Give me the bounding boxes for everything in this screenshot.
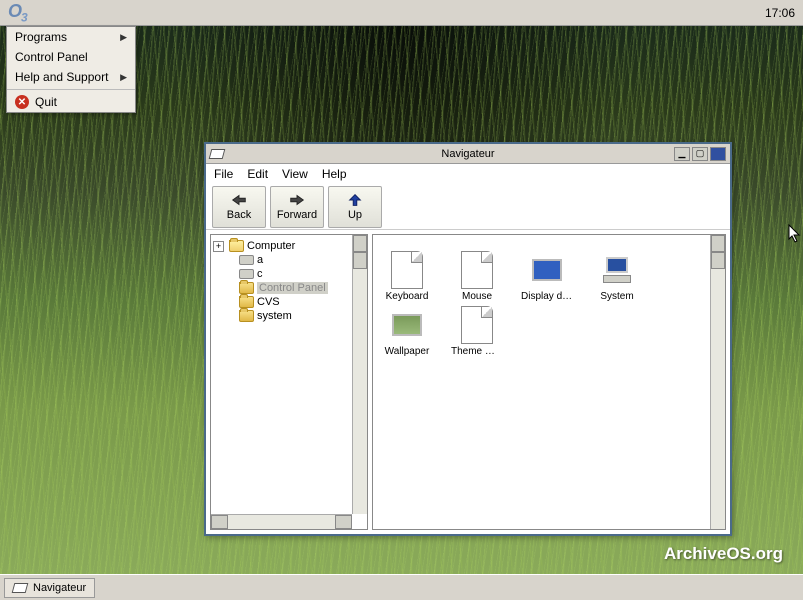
back-button[interactable]: Back [212, 186, 266, 228]
file-label: Display device [521, 291, 573, 302]
arrow-right-icon [288, 193, 306, 207]
task-window-icon [12, 583, 29, 593]
expand-icon[interactable]: + [213, 241, 224, 252]
start-menu: Programs▶ Control Panel Help and Support… [6, 26, 136, 113]
drive-icon [239, 255, 254, 265]
taskbar: Navigateur [0, 574, 803, 600]
file-item[interactable]: System [591, 251, 643, 302]
menu-quit[interactable]: ✕Quit [7, 92, 135, 112]
drive-icon [239, 269, 254, 279]
tree-item-label: a [257, 254, 263, 266]
tree-vertical-scrollbar[interactable] [352, 235, 367, 514]
tree-item[interactable]: Control Panel [213, 281, 350, 295]
folder-icon [229, 240, 244, 252]
close-button[interactable] [710, 147, 726, 161]
file-label: Keyboard [381, 291, 433, 302]
tree-item-label: CVS [257, 296, 280, 308]
tree-panel: + Computer ac Control Panel CVS system [210, 234, 368, 530]
chevron-right-icon: ▶ [120, 32, 127, 43]
quit-icon: ✕ [15, 95, 29, 109]
forward-button[interactable]: Forward [270, 186, 324, 228]
file-item[interactable]: Theme man... [451, 306, 503, 357]
top-panel: O3 17:06 [0, 0, 803, 26]
document-icon [461, 306, 493, 344]
window-title: Navigateur [206, 148, 730, 160]
arrow-up-icon [346, 193, 364, 207]
file-label: Theme man... [451, 346, 503, 357]
menu-separator [7, 89, 135, 90]
taskbar-item-navigateur[interactable]: Navigateur [4, 578, 95, 598]
arrow-left-icon [230, 193, 248, 207]
tree-item-label: Control Panel [257, 282, 328, 294]
computer-icon [601, 251, 633, 289]
toolbar: Back Forward Up [206, 184, 730, 230]
file-label: Mouse [451, 291, 503, 302]
menu-programs[interactable]: Programs▶ [7, 27, 135, 47]
folder-icon [239, 310, 254, 322]
menu-help-support[interactable]: Help and Support▶ [7, 67, 135, 87]
file-label: Wallpaper [381, 346, 433, 357]
folder-icon [239, 282, 254, 294]
icon-vertical-scrollbar[interactable] [710, 235, 725, 529]
tree-item[interactable]: system [213, 309, 350, 323]
tree-item[interactable]: CVS [213, 295, 350, 309]
minimize-button[interactable]: ▁ [674, 147, 690, 161]
icon-panel: Keyboard Mouse Display device System Wallpap… [372, 234, 726, 530]
titlebar[interactable]: Navigateur ▁ ▢ [206, 144, 730, 164]
chevron-right-icon: ▶ [120, 72, 127, 83]
file-label: System [591, 291, 643, 302]
menu-help[interactable]: Help [322, 167, 347, 181]
file-item[interactable]: Wallpaper [381, 306, 433, 357]
file-item[interactable]: Mouse [451, 251, 503, 302]
tree-horizontal-scrollbar[interactable] [211, 514, 352, 529]
window-icon [209, 149, 226, 159]
file-item[interactable]: Keyboard [381, 251, 433, 302]
os-logo[interactable]: O3 [8, 1, 27, 25]
tree-item-label: c [257, 268, 263, 280]
maximize-button[interactable]: ▢ [692, 147, 708, 161]
folder-icon [239, 296, 254, 308]
document-icon [391, 251, 423, 289]
up-button[interactable]: Up [328, 186, 382, 228]
tree-root-computer[interactable]: + Computer [213, 239, 350, 253]
document-icon [461, 251, 493, 289]
menu-control-panel[interactable]: Control Panel [7, 47, 135, 67]
tree-item-label: system [257, 310, 292, 322]
menu-view[interactable]: View [282, 167, 308, 181]
menu-file[interactable]: File [214, 167, 233, 181]
tree-item[interactable]: a [213, 253, 350, 267]
navigateur-window: Navigateur ▁ ▢ File Edit View Help Back … [204, 142, 732, 536]
monitor-icon [531, 251, 563, 289]
watermark: ArchiveOS.org [664, 544, 783, 564]
wallpaper-icon [391, 306, 423, 344]
tree-item[interactable]: c [213, 267, 350, 281]
menu-edit[interactable]: Edit [247, 167, 268, 181]
file-item[interactable]: Display device [521, 251, 573, 302]
clock: 17:06 [765, 6, 795, 20]
menubar: File Edit View Help [206, 164, 730, 184]
